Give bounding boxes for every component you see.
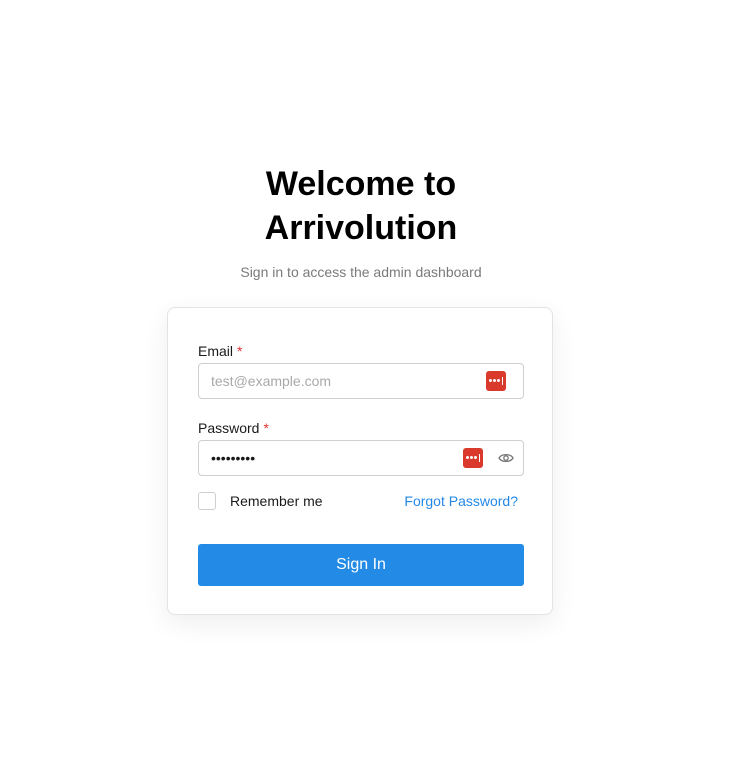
remember-me-label[interactable]: Remember me — [230, 493, 323, 509]
required-asterisk: * — [263, 420, 269, 436]
password-label-text: Password — [198, 420, 260, 436]
required-asterisk: * — [237, 343, 243, 359]
page-title: Welcome to Arrivolution — [264, 165, 458, 247]
password-manager-icon[interactable] — [463, 448, 483, 468]
password-label: Password * — [198, 420, 269, 436]
email-field-wrapper — [198, 363, 524, 399]
login-card: Email* Password* Remember me Forgot Pass… — [167, 307, 553, 615]
email-label-text: Email — [198, 343, 234, 359]
sign-in-button[interactable]: Sign In — [198, 544, 524, 586]
page-subtitle: Sign in to access the admin dashboard — [240, 264, 482, 280]
eye-icon[interactable] — [498, 451, 514, 465]
password-manager-icon[interactable] — [486, 371, 506, 391]
password-field[interactable] — [199, 441, 493, 475]
page-header: Welcome to Arrivolution Sign in to acces… — [0, 162, 722, 281]
remember-me-checkbox[interactable] — [198, 492, 216, 510]
forgot-password-link[interactable]: Forgot Password? — [404, 493, 518, 509]
password-field-wrapper — [198, 440, 524, 476]
email-field[interactable] — [199, 364, 493, 398]
remember-forgot-row: Remember me Forgot Password? — [198, 492, 524, 512]
email-label: Email * — [198, 343, 242, 359]
